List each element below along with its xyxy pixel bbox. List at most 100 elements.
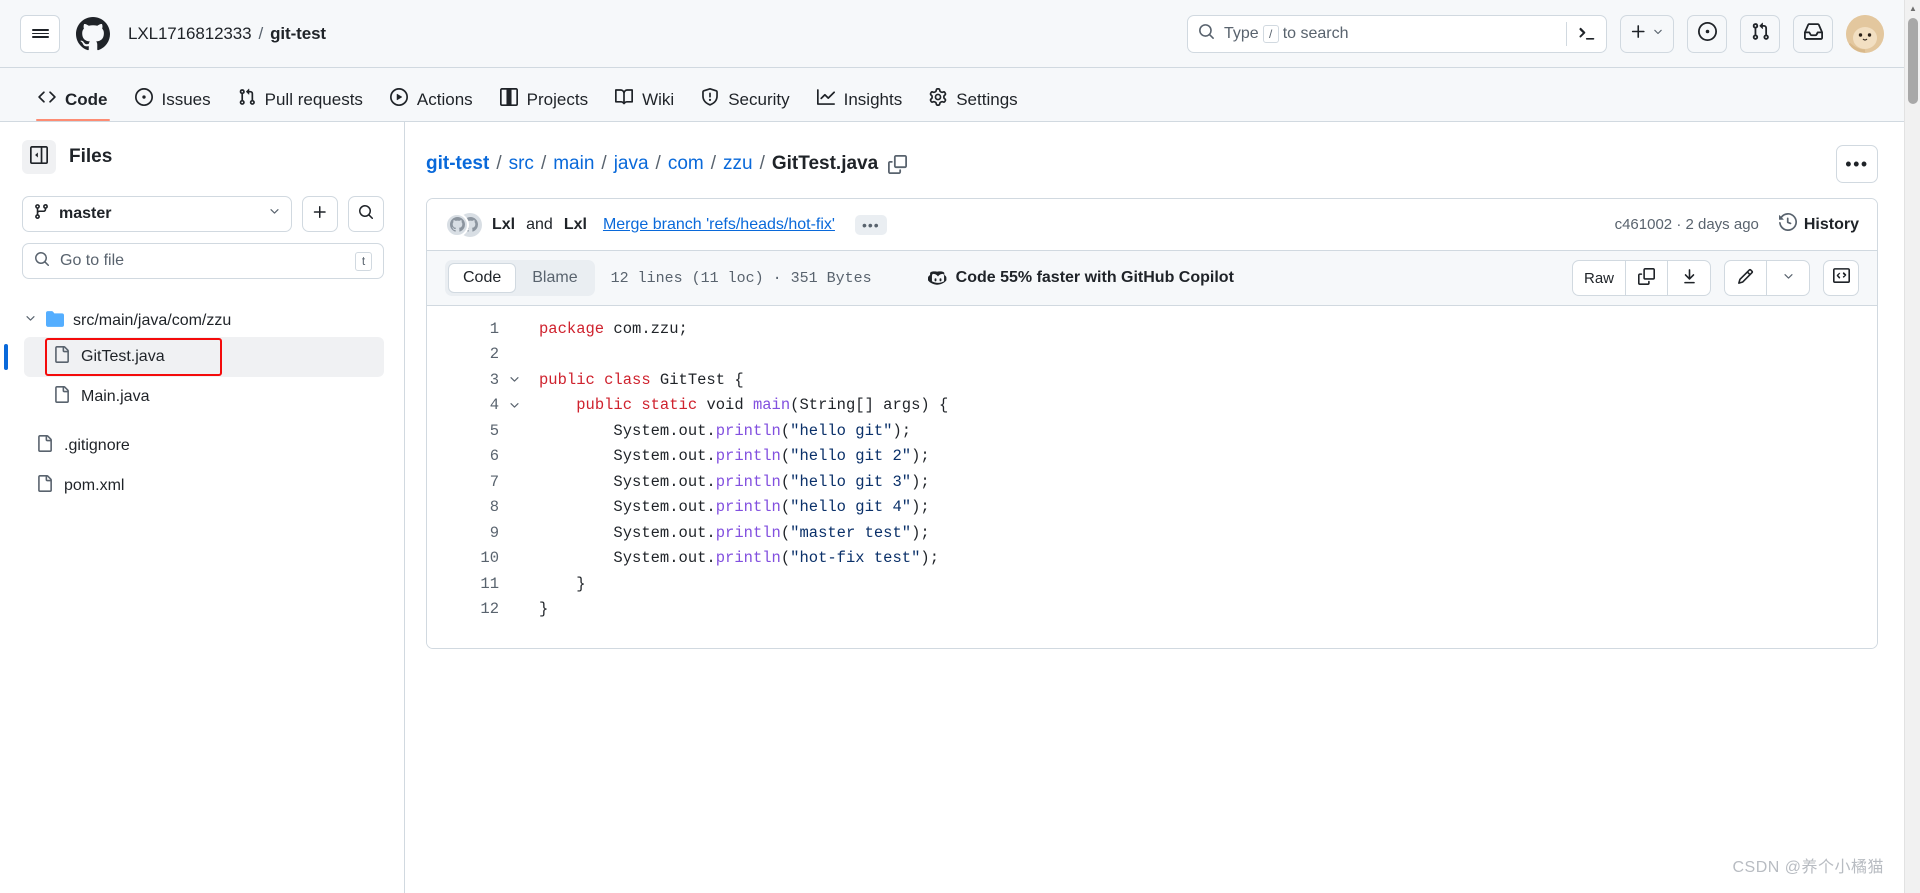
tab-settings-label: Settings	[956, 89, 1018, 109]
scrollbar-thumb[interactable]	[1908, 18, 1918, 104]
code-line: 9 System.out.println("master test");	[427, 520, 1877, 546]
code-viewer[interactable]: 1 package com.zzu; 2 3 public class GitT…	[427, 306, 1877, 648]
line-number: 10	[480, 549, 499, 568]
shield-icon	[701, 87, 719, 111]
tree-file-gittest[interactable]: GitTest.java	[4, 337, 384, 377]
terminal-prompt-icon[interactable]	[1566, 21, 1596, 46]
code-line: 1 package com.zzu;	[427, 316, 1877, 342]
go-to-file-input[interactable]: Go to file t	[22, 243, 384, 279]
symbols-panel-button[interactable]	[1823, 260, 1859, 296]
breadcrumb-segment-zzu[interactable]: zzu	[723, 153, 753, 175]
pull-requests-button[interactable]	[1740, 14, 1780, 53]
plus-icon	[312, 204, 328, 225]
tab-security[interactable]: Security	[690, 77, 800, 121]
tree-file-pomxml[interactable]: pom.xml	[24, 466, 384, 506]
code-line: 12 }	[427, 597, 1877, 623]
sha-separator: ·	[1676, 216, 1682, 233]
download-raw-file-button[interactable]	[1668, 261, 1710, 295]
tab-settings[interactable]: Settings	[918, 77, 1028, 121]
tab-actions[interactable]: Actions	[379, 77, 484, 121]
copy-path-icon[interactable]	[888, 154, 908, 174]
code-line-content: System.out.println("hot-fix test");	[539, 549, 940, 568]
graph-icon	[816, 88, 835, 111]
scroll-up-arrow-icon[interactable]: ▲	[1905, 0, 1920, 17]
breadcrumb-segment-main[interactable]: main	[553, 153, 594, 175]
breadcrumb-segment-src[interactable]: src	[509, 153, 534, 175]
issues-button[interactable]	[1687, 14, 1727, 53]
watermark: CSDN @养个小橘猫	[1732, 859, 1884, 876]
tab-security-label: Security	[728, 89, 790, 109]
tree-file-gitignore[interactable]: .gitignore	[24, 426, 384, 466]
go-to-file-placeholder: Go to file	[60, 252, 125, 269]
tab-code[interactable]: Code	[27, 77, 119, 121]
tab-wiki[interactable]: Wiki	[604, 77, 685, 121]
code-line-content: System.out.println("hello git 4");	[539, 498, 930, 517]
stacked-avatars-icon	[445, 212, 482, 238]
copilot-promo[interactable]: Code 55% faster with GitHub Copilot	[927, 266, 1234, 291]
code-line: 8 System.out.println("hello git 4");	[427, 495, 1877, 521]
plus-icon	[1630, 23, 1647, 45]
code-fold-toggle[interactable]	[499, 399, 529, 412]
global-header: LXL1716812333 / git-test Type / to searc…	[0, 0, 1904, 68]
git-pull-request-icon	[1751, 22, 1770, 46]
more-options-button[interactable]: •••	[1836, 145, 1878, 183]
hamburger-menu-button[interactable]	[20, 14, 60, 53]
branch-selector[interactable]: master	[22, 196, 292, 232]
chevron-down-icon	[268, 205, 281, 223]
tab-code-view[interactable]: Code	[448, 263, 517, 293]
tab-issues[interactable]: Issues	[124, 77, 222, 121]
raw-button[interactable]: Raw	[1573, 261, 1626, 295]
tab-pull-requests[interactable]: Pull requests	[227, 77, 374, 121]
create-new-button[interactable]	[1620, 14, 1674, 53]
sidebar-collapse-button[interactable]	[22, 140, 56, 174]
owner-link[interactable]: LXL1716812333	[128, 24, 252, 44]
copy-raw-contents-button[interactable]	[1626, 261, 1668, 295]
add-file-button[interactable]	[302, 196, 338, 232]
file-panel: Lxl and Lxl Merge branch 'refs/heads/hot…	[426, 198, 1878, 649]
file-tree-sidebar: Files master Go to file t src/main/java/…	[0, 122, 405, 893]
inbox-icon	[1803, 22, 1823, 46]
history-clock-icon	[1778, 212, 1797, 236]
tree-file-main[interactable]: Main.java	[24, 377, 384, 417]
edit-group	[1724, 260, 1810, 296]
code-line-content: System.out.println("master test");	[539, 523, 930, 542]
code-icon	[38, 88, 56, 111]
commit-author[interactable]: Lxl	[492, 216, 515, 234]
code-fold-toggle[interactable]	[499, 373, 529, 386]
breadcrumb-segment-java[interactable]: java	[614, 153, 649, 175]
page-scrollbar[interactable]: ▲	[1904, 0, 1920, 893]
commit-expand-button[interactable]: •••	[854, 214, 887, 235]
edit-file-button[interactable]	[1725, 261, 1767, 295]
search-icon	[358, 204, 374, 225]
code-blame-tabs: Code Blame	[445, 260, 595, 296]
repo-link[interactable]: git-test	[270, 24, 326, 44]
search-icon	[34, 251, 50, 272]
code-line-content: }	[539, 600, 549, 619]
search-placeholder: Type / to search	[1224, 24, 1349, 43]
breadcrumb-segment-com[interactable]: com	[668, 153, 704, 175]
tree-folder-src[interactable]: src/main/java/com/zzu	[24, 305, 384, 337]
latest-commit-bar: Lxl and Lxl Merge branch 'refs/heads/hot…	[427, 199, 1877, 251]
main-content: git-test / src / main / java / com / zzu…	[406, 122, 1904, 893]
commit-sha[interactable]: c461002	[1615, 216, 1673, 233]
github-logo-icon[interactable]	[74, 15, 112, 53]
code-line: 10 System.out.println("hot-fix test");	[427, 546, 1877, 572]
line-number: 9	[489, 523, 499, 542]
search-input[interactable]: Type / to search	[1187, 14, 1607, 53]
commit-meta: c461002 · 2 days ago History	[1615, 212, 1859, 236]
commit-message-link[interactable]: Merge branch 'refs/heads/hot-fix'	[603, 216, 835, 234]
commit-coauthor[interactable]: Lxl	[564, 216, 587, 234]
tab-insights[interactable]: Insights	[806, 77, 914, 121]
history-button[interactable]: History	[1778, 212, 1859, 236]
commit-relative-time: 2 days ago	[1685, 216, 1759, 233]
tab-projects[interactable]: Projects	[489, 77, 599, 121]
edit-dropdown-button[interactable]	[1767, 261, 1809, 295]
branch-controls: master	[22, 196, 384, 232]
breadcrumb-repo[interactable]: git-test	[426, 153, 489, 175]
notifications-button[interactable]	[1793, 14, 1833, 53]
user-avatar[interactable]	[1846, 14, 1884, 53]
code-brackets-icon	[1832, 267, 1850, 289]
folder-icon	[46, 310, 64, 333]
file-search-toggle-button[interactable]	[348, 196, 384, 232]
tab-blame-view[interactable]: Blame	[518, 263, 591, 293]
